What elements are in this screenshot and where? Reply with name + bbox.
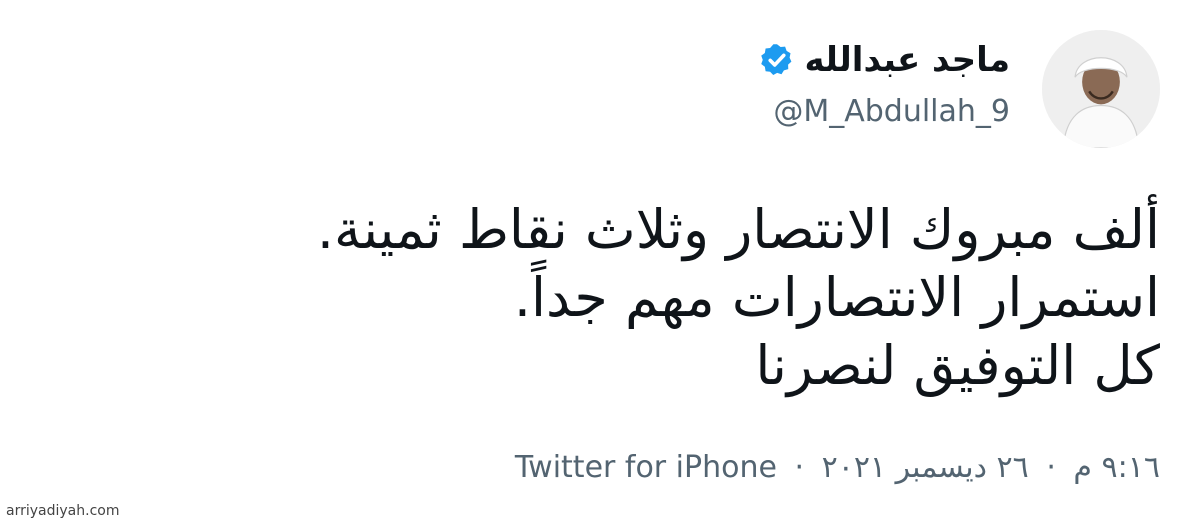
tweet-text: ألف مبروك الانتصار وثلاث نقاط ثمينة. است…: [160, 196, 1160, 400]
tweet-line: كل التوفيق لنصرنا: [755, 334, 1160, 397]
user-avatar[interactable]: [1042, 30, 1160, 148]
tweet-source[interactable]: Twitter for iPhone: [515, 448, 777, 488]
tweet-line: استمرار الانتصارات مهم جداً.: [513, 266, 1160, 329]
tweet-line: ألف مبروك الانتصار وثلاث نقاط ثمينة.: [316, 198, 1160, 261]
meta-separator: ·: [794, 450, 805, 485]
tweet-date[interactable]: ٢٦ ديسمبر ٢٠٢١: [822, 448, 1029, 488]
user-handle[interactable]: @M_Abdullah_9: [759, 92, 1010, 132]
tweet-meta: ٩:١٦ م · ٢٦ ديسمبر ٢٠٢١ · Twitter for iP…: [515, 448, 1160, 488]
meta-separator: ·: [1046, 450, 1056, 485]
avatar-photo-icon: [1042, 30, 1160, 148]
name-row: ماجد عبدالله: [759, 38, 1010, 82]
display-name[interactable]: ماجد عبدالله: [805, 38, 1010, 82]
verified-badge-icon: [759, 42, 795, 78]
site-watermark: arriyadiyah.com: [6, 503, 120, 519]
user-block: ماجد عبدالله @M_Abdullah_9: [759, 38, 1010, 132]
tweet-card: ماجد عبدالله @M_Abdullah_9 ألف مبروك الا…: [0, 0, 1200, 523]
tweet-time[interactable]: ٩:١٦ م: [1073, 448, 1160, 488]
